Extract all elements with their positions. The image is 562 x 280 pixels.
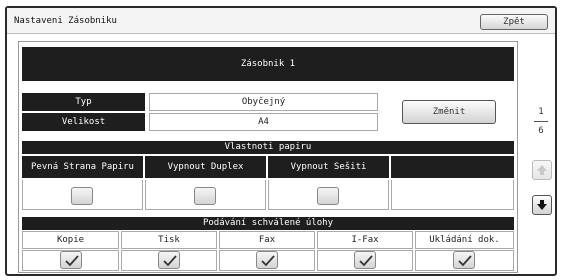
checkmark-icon — [458, 255, 472, 267]
fax-checkbox[interactable] — [256, 251, 278, 269]
job-col-header: Fax — [219, 231, 315, 249]
paper-col-header — [391, 156, 514, 178]
tray-header-label: Zásobnik 1 — [240, 59, 296, 69]
checkmark-icon — [261, 255, 275, 267]
type-label: Typ — [22, 93, 145, 111]
job-col-header: Tisk — [121, 231, 217, 249]
size-label: Velikost — [22, 113, 145, 131]
paper-properties-table: Pevná Strana Papiru Vypnout Duplex Vypno… — [22, 156, 514, 210]
document-filing-checkbox[interactable] — [453, 251, 475, 269]
approved-jobs-table: Kopie Tisk Fax I-Fax Ukládání dok. — [22, 231, 514, 271]
change-button[interactable]: Změnit — [402, 100, 496, 124]
settings-panel: Zásobnik 1 Typ Obyčejný Velikost A4 Změn… — [18, 41, 518, 273]
paper-properties-title: Vlastnoti papiru — [224, 142, 312, 152]
fixed-paper-side-checkbox[interactable] — [71, 187, 93, 205]
checkmark-icon — [163, 255, 177, 267]
arrow-up-icon — [537, 165, 547, 175]
job-col-header: I-Fax — [317, 231, 413, 249]
paper-cell — [391, 180, 514, 210]
size-value: A4 — [149, 113, 378, 131]
back-button[interactable]: Zpět — [480, 14, 548, 30]
approved-jobs-title: Podávání schválené úlohy — [202, 218, 334, 228]
disable-stapling-checkbox[interactable] — [317, 187, 339, 205]
paper-properties-header: Vlastnoti papiru — [22, 141, 514, 154]
page-current: 1 — [538, 107, 544, 117]
page-total: 6 — [538, 126, 544, 136]
paper-col-header: Pevná Strana Papiru — [22, 156, 143, 178]
scroll-down-button[interactable] — [532, 195, 552, 215]
tray-header: Zásobnik 1 — [22, 47, 514, 81]
copy-checkbox[interactable] — [60, 251, 82, 269]
approved-jobs-header: Podávání schválené úlohy — [22, 217, 514, 230]
checkmark-icon — [359, 255, 373, 267]
job-col-header: Kopie — [22, 231, 119, 249]
scroll-up-button[interactable] — [532, 160, 552, 180]
print-checkbox[interactable] — [158, 251, 180, 269]
tray-settings-window: Nastaveni Zásobniku Zpět Zásobnik 1 Typ … — [5, 6, 557, 276]
job-col-header: Ukládání dok. — [415, 231, 514, 249]
type-value: Obyčejný — [149, 93, 378, 111]
arrow-down-icon — [537, 200, 547, 210]
ifax-checkbox[interactable] — [354, 251, 376, 269]
disable-duplex-checkbox[interactable] — [194, 187, 216, 205]
page-divider — [534, 121, 548, 122]
checkmark-icon — [65, 255, 79, 267]
paper-col-header: Vypnout Sešiti — [268, 156, 389, 178]
paper-col-header: Vypnout Duplex — [145, 156, 266, 178]
title-bar: Nastaveni Zásobniku Zpět — [7, 8, 555, 34]
window-title: Nastaveni Zásobniku — [14, 16, 117, 26]
